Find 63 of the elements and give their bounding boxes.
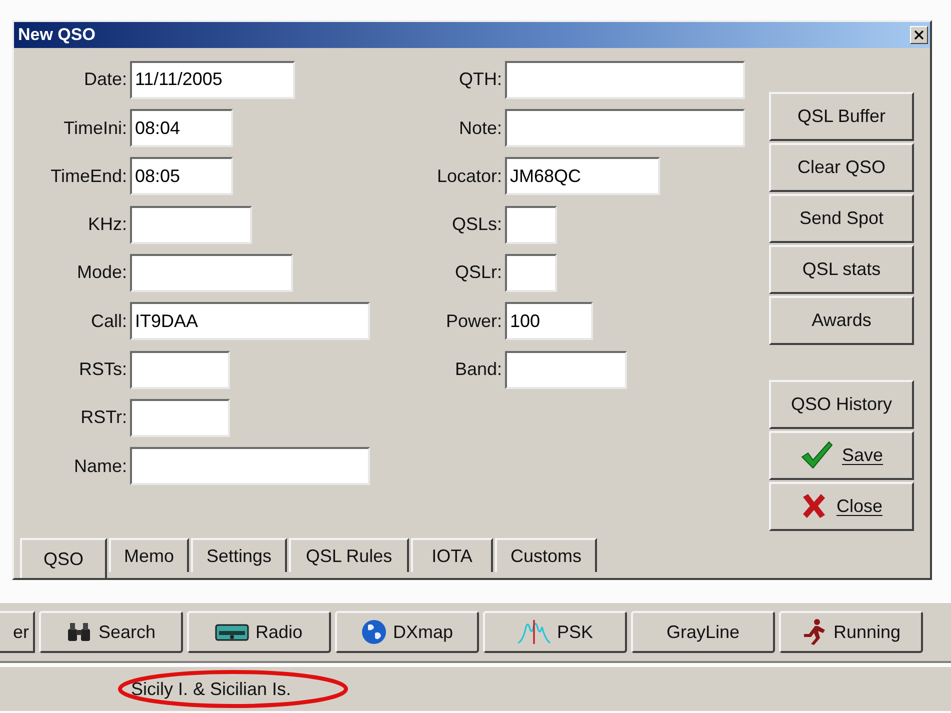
field-label: Name: [72,456,127,477]
field-label: Locator: [436,166,502,187]
field-label: KHz: [86,214,127,236]
input-field[interactable]: 08:04 [130,109,233,148]
toolbar-button[interactable]: DXmap [335,611,479,653]
close-button[interactable] [910,26,928,44]
save-button[interactable]: Save [769,430,914,480]
input-field[interactable]: IT9DAA [130,302,370,340]
field-label: Date: [82,69,127,90]
toolbar-button[interactable]: PSK [483,611,627,653]
input-field[interactable]: JM68QC [505,157,660,196]
field-label: QSLr: [454,262,502,284]
tab[interactable]: Settings [191,538,287,572]
checkmark-icon [800,440,834,470]
waveform-icon [516,619,551,645]
field-label: TimeIni: [62,118,127,139]
action-button[interactable]: Clear QSO [769,142,914,192]
tab[interactable]: QSL Rules [289,538,409,572]
tab[interactable]: QSO [20,538,107,578]
toolbar-button[interactable]: GrayLine [631,611,775,653]
runner-icon [801,618,828,646]
status-text: Sicily I. & Sicilian Is. [131,678,292,700]
radio-icon [215,622,250,642]
input-field[interactable] [130,398,230,437]
input-field[interactable]: 11/11/2005 [130,60,295,99]
close-button[interactable]: Close [769,482,914,531]
input-field[interactable] [130,447,370,486]
toolbar-button[interactable]: Radio [187,611,331,653]
tab[interactable]: Customs [495,538,597,572]
field-label: Note: [458,118,502,139]
input-field[interactable]: 100 [505,302,593,340]
input-field[interactable]: 08:05 [130,157,233,196]
toolbar-button[interactable]: Search [39,611,183,653]
action-button[interactable]: QSL Buffer [769,92,914,141]
input-field[interactable] [130,254,293,292]
input-field[interactable] [505,206,557,244]
action-button[interactable]: Send Spot [769,194,914,243]
close-icon [914,30,924,40]
input-field[interactable] [505,109,745,148]
input-field[interactable] [130,350,230,388]
input-field[interactable] [505,254,557,292]
field-label: Call: [90,310,127,332]
field-label: QSLs: [450,214,502,236]
field-label: QTH: [458,69,502,90]
field-label: Mode: [76,262,127,284]
field-label: RSTs: [78,359,127,380]
window-title: New QSO [18,24,96,45]
action-button[interactable]: Awards [769,296,914,345]
input-field[interactable] [130,206,252,244]
tab[interactable]: IOTA [411,538,493,572]
field-label: Power: [444,310,502,332]
action-button[interactable]: QSO History [769,380,914,429]
field-label: TimeEnd: [50,166,127,187]
binoculars-icon [66,621,92,643]
toolbar-button[interactable]: er [0,611,35,653]
input-field[interactable] [505,350,627,388]
globe-icon [360,619,387,645]
field-label: Band: [454,359,502,380]
action-button[interactable]: QSL stats [769,244,914,294]
tab[interactable]: Memo [109,538,189,572]
input-field[interactable] [505,60,745,99]
field-label: RSTr: [80,407,127,428]
toolbar-button[interactable]: Running [779,611,923,653]
